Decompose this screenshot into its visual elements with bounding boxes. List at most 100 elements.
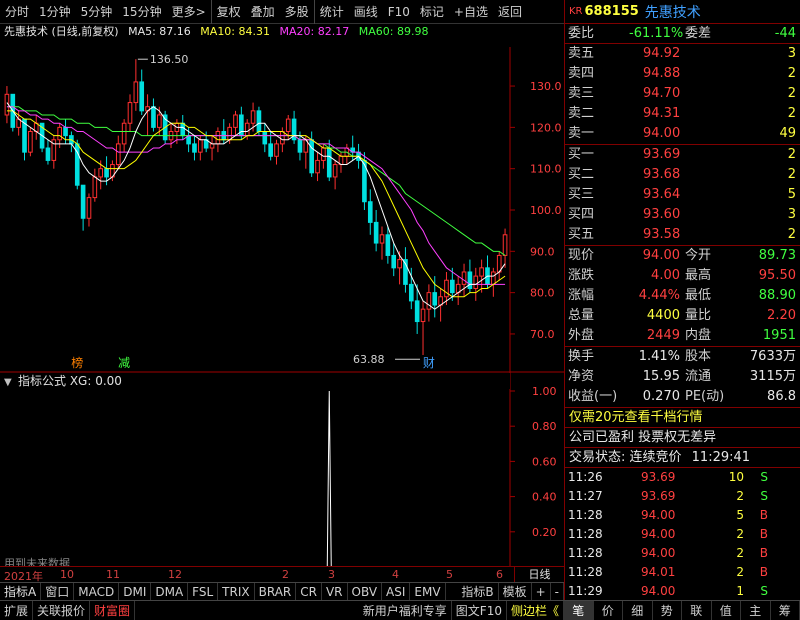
candle-body[interactable]: [104, 168, 109, 178]
candle-body[interactable]: [420, 308, 426, 323]
toolbar-item-5[interactable]: 复权: [210, 0, 246, 24]
bottom-left-2[interactable]: 财富圈: [90, 600, 136, 620]
toolbar-item-11[interactable]: 标记: [415, 0, 449, 24]
candle-body[interactable]: [92, 176, 98, 199]
indicator-tab-9[interactable]: VR: [322, 582, 348, 601]
candle-body[interactable]: [491, 271, 496, 285]
candle-body[interactable]: [180, 122, 186, 137]
toolbar-item-12[interactable]: +自选: [449, 0, 493, 24]
right-tab-6[interactable]: 主: [741, 601, 771, 620]
collapse-icon[interactable]: ▼: [4, 377, 12, 388]
candle-body[interactable]: [274, 143, 279, 157]
toolbar-item-13[interactable]: 返回: [493, 0, 527, 24]
candle-body[interactable]: [315, 159, 320, 174]
jian-marker[interactable]: 减: [118, 356, 130, 370]
candle-body[interactable]: [45, 147, 51, 161]
candle-body[interactable]: [432, 292, 438, 306]
candle-body[interactable]: [285, 118, 291, 132]
bottom-right-1[interactable]: 图文F10: [452, 600, 507, 620]
candle-body[interactable]: [139, 81, 145, 112]
candle-body[interactable]: [156, 114, 162, 128]
candle-body[interactable]: [280, 131, 285, 145]
indicator-tab-5[interactable]: FSL: [188, 582, 219, 601]
bottom-right-0[interactable]: 新用户福利专享: [359, 600, 452, 620]
indicator-tab-7[interactable]: BRAR: [255, 582, 297, 601]
toolbar-item-9[interactable]: 画线: [349, 0, 383, 24]
candle-body[interactable]: [244, 122, 250, 137]
candle-body[interactable]: [467, 271, 473, 289]
candle-body[interactable]: [121, 122, 127, 145]
indicator-tab-16[interactable]: -: [551, 582, 564, 601]
candle-body[interactable]: [391, 254, 397, 269]
candle-body[interactable]: [397, 259, 402, 269]
toolbar-item-1[interactable]: 1分钟: [34, 0, 76, 24]
period-label[interactable]: 日线: [514, 567, 564, 583]
bottom-left-1[interactable]: 关联报价: [33, 600, 91, 620]
candle-body[interactable]: [479, 267, 484, 277]
toolbar-item-0[interactable]: 分时: [0, 0, 34, 24]
indicator-tab-10[interactable]: OBV: [348, 582, 383, 601]
right-tab-3[interactable]: 势: [653, 601, 682, 620]
candle-body[interactable]: [209, 143, 215, 149]
candle-body[interactable]: [28, 131, 33, 153]
candle-body[interactable]: [473, 275, 479, 290]
right-tab-7[interactable]: 筹: [771, 601, 800, 620]
candle-body[interactable]: [332, 164, 338, 178]
candle-body[interactable]: [63, 126, 68, 137]
toolbar-item-8[interactable]: 统计: [313, 0, 349, 24]
bang-marker[interactable]: 榜: [71, 355, 83, 370]
candle-body[interactable]: [268, 143, 273, 157]
candle-body[interactable]: [444, 279, 449, 298]
right-tab-4[interactable]: 联: [682, 601, 712, 620]
candle-body[interactable]: [379, 234, 385, 244]
cai-marker[interactable]: 财: [423, 356, 435, 370]
candle-body[interactable]: [461, 271, 467, 285]
promo-level2[interactable]: 仅需20元查看千档行情: [565, 408, 800, 428]
candle-body[interactable]: [450, 279, 455, 294]
candle-body[interactable]: [321, 147, 326, 161]
indicator-tab-1[interactable]: 窗口: [41, 582, 75, 601]
toolbar-item-2[interactable]: 5分钟: [76, 0, 118, 24]
candle-body[interactable]: [80, 184, 86, 219]
toolbar-item-3[interactable]: 15分钟: [117, 0, 166, 24]
candle-body[interactable]: [115, 143, 121, 166]
candle-body[interactable]: [233, 114, 238, 128]
candle-body[interactable]: [297, 139, 303, 153]
candle-body[interactable]: [256, 110, 262, 132]
candle-body[interactable]: [133, 81, 139, 104]
indicator-tab-3[interactable]: DMI: [119, 582, 152, 601]
candle-body[interactable]: [127, 102, 133, 124]
candle-body[interactable]: [367, 201, 373, 223]
right-tab-1[interactable]: 价: [594, 601, 623, 620]
indicator-tab-0[interactable]: 指标A: [0, 582, 42, 601]
bottom-right-2[interactable]: 侧边栏《: [507, 600, 564, 620]
indicator-tab-4[interactable]: DMA: [151, 582, 189, 601]
toolbar-item-6[interactable]: 叠加: [246, 0, 280, 24]
indicator-tab-14[interactable]: 模板: [499, 582, 532, 601]
candle-body[interactable]: [502, 234, 508, 256]
candle-body[interactable]: [414, 300, 420, 323]
toolbar-item-7[interactable]: 多股: [280, 0, 314, 24]
indicator-tab-6[interactable]: TRIX: [218, 582, 255, 601]
candle-body[interactable]: [227, 126, 232, 141]
right-tab-5[interactable]: 值: [712, 601, 741, 620]
toolbar-item-4[interactable]: 更多>: [167, 0, 211, 24]
candle-body[interactable]: [326, 147, 332, 178]
candle-body[interactable]: [408, 283, 414, 302]
candle-body[interactable]: [309, 139, 314, 174]
indicator-tab-12[interactable]: EMV: [410, 582, 446, 601]
candle-body[interactable]: [262, 131, 268, 145]
candle-body[interactable]: [57, 126, 62, 141]
candle-body[interactable]: [385, 234, 391, 256]
candle-body[interactable]: [426, 292, 432, 310]
candle-body[interactable]: [215, 131, 221, 145]
candlestick-chart[interactable]: 130.0120.0110.0100.090.080.070.0136.5063…: [0, 40, 564, 580]
indicator-tab-11[interactable]: ASI: [382, 582, 411, 601]
right-tab-2[interactable]: 细: [623, 601, 653, 620]
indicator-tab-13[interactable]: 指标B: [457, 582, 499, 601]
indicator-tab-2[interactable]: MACD: [74, 582, 120, 601]
candle-body[interactable]: [192, 143, 197, 153]
bottom-left-0[interactable]: 扩展: [0, 600, 34, 620]
indicator-tab-15[interactable]: +: [532, 582, 551, 601]
candle-body[interactable]: [198, 139, 203, 153]
